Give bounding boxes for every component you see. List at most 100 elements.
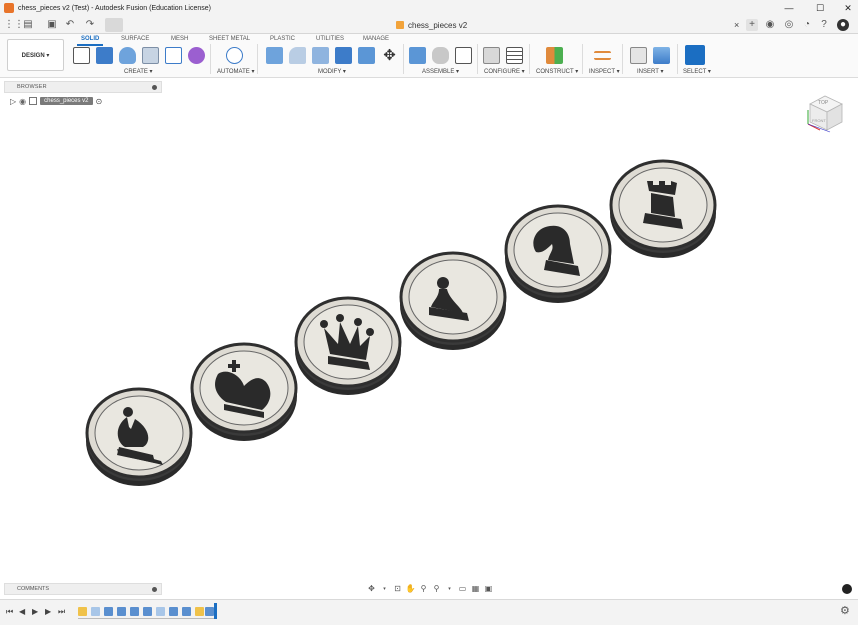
look-at-icon[interactable]: ⊡ [392,584,403,594]
home-button[interactable] [105,18,123,32]
timeline-play-icon[interactable]: ▶ [32,607,38,616]
configure-icon[interactable] [483,47,500,64]
grid-snaps-icon[interactable]: ▦ [470,584,481,594]
measure-icon[interactable] [594,51,611,60]
tab-manage[interactable]: MANAGE [363,36,389,42]
close-window-button[interactable]: ✕ [834,0,858,16]
new-component-icon[interactable] [409,47,426,64]
display-settings-icon[interactable]: ▭ [457,584,468,594]
extensions-icon[interactable]: ◉ [764,19,776,31]
timeline-feature[interactable] [205,607,214,616]
press-pull-icon[interactable] [266,47,283,64]
fit-zoom-icon[interactable]: ⚲ [431,584,442,594]
document-tab[interactable]: chess_pieces v2 × [396,18,739,32]
revolve-icon[interactable] [119,47,136,64]
viewcube[interactable]: TOP FRONT [804,92,846,134]
timeline-feature[interactable] [182,607,191,616]
scene-svg [84,159,718,488]
app-grid-icon[interactable]: ⋮⋮ [4,19,24,31]
insert-derive-icon[interactable] [630,47,647,64]
viewcube-front-label[interactable]: FRONT [812,118,826,123]
timeline-go-start-icon[interactable]: ⏮ [6,607,13,617]
document-cube-icon [396,21,404,29]
timeline-feature[interactable] [117,607,126,616]
window-title: chess_pieces v2 (Test) - Autodesk Fusion… [18,4,211,12]
select-icon[interactable] [685,45,705,65]
construct-menu[interactable]: CONSTRUCT ▾ [536,68,578,75]
assemble-menu[interactable]: ASSEMBLE ▾ [422,68,459,75]
tab-solid[interactable]: SOLID [81,36,99,42]
tab-sheet-metal[interactable]: SHEET METAL [209,36,250,42]
extrude-icon[interactable] [96,47,113,64]
workspace-switcher[interactable]: DESIGN ▾ [7,39,64,71]
viewcube-svg [807,95,843,133]
timeline-feature[interactable] [78,607,87,616]
timeline-feature[interactable] [195,607,204,616]
redo-icon[interactable]: ↷ [84,19,96,31]
fillet-icon[interactable] [289,47,306,64]
undo-icon[interactable]: ↶ [64,19,76,31]
orbit-dropdown-icon[interactable]: ▾ [379,584,390,594]
timeline-step-forward-icon[interactable]: ▶ [45,607,51,616]
knight-token [503,204,613,305]
inspect-menu[interactable]: INSPECT ▾ [589,68,620,75]
select-menu[interactable]: SELECT ▾ [683,68,711,75]
notifications-icon[interactable]: ◔ [801,19,813,31]
shell-icon[interactable] [335,47,352,64]
pan-hand-icon[interactable]: ✋ [405,584,416,594]
automate-icon[interactable] [226,47,243,64]
modify-menu[interactable]: MODIFY ▾ [318,68,346,75]
viewcube-top-label[interactable]: TOP [818,100,828,106]
viewports-icon[interactable]: ▣ [483,584,494,594]
timeline-feature[interactable] [91,607,100,616]
design-canvas[interactable] [0,78,858,581]
job-status-icon[interactable]: ◎ [783,19,795,31]
orbit-icon[interactable]: ✥ [366,584,377,594]
pattern-icon[interactable] [165,47,182,64]
minimize-button[interactable]: — [775,0,803,16]
maximize-button[interactable]: ☐ [806,0,834,16]
zoom-dropdown-icon[interactable]: ▾ [444,584,455,594]
timeline-feature[interactable] [169,607,178,616]
user-avatar-icon[interactable]: ● [837,19,849,31]
automate-menu[interactable]: AUTOMATE ▾ [217,68,254,75]
timeline-marker[interactable] [214,603,217,619]
timeline-feature[interactable] [156,607,165,616]
create-menu[interactable]: CREATE ▾ [124,68,153,75]
insert-canvas-icon[interactable] [653,47,670,64]
as-built-joint-icon[interactable] [455,47,472,64]
insert-menu[interactable]: INSERT ▾ [637,68,663,75]
tab-surface[interactable]: SURFACE [121,36,149,42]
hole-icon[interactable] [142,47,159,64]
zoom-icon[interactable]: ⚲ [418,584,429,594]
offset-plane-icon[interactable] [546,47,563,64]
joint-icon[interactable] [432,47,449,64]
save-icon[interactable]: ▣ [46,19,58,31]
close-tab-icon[interactable]: × [734,20,739,30]
move-icon[interactable]: ✥ [381,47,398,64]
timeline-step-back-icon[interactable]: ◀ [19,607,25,616]
timeline-feature[interactable] [130,607,139,616]
combine-icon[interactable] [358,47,375,64]
tab-plastic[interactable]: PLASTIC [270,36,295,42]
help-icon[interactable]: ? [818,19,830,31]
chat-bubble-icon[interactable] [842,584,852,594]
configuration-table-icon[interactable] [506,47,523,64]
timeline-feature[interactable] [104,607,113,616]
timeline-settings-gear-icon[interactable]: ⚙ [840,604,850,617]
comments-panel-header[interactable]: COMMENTS [4,583,162,595]
file-menu-icon[interactable]: ▤ [22,19,34,31]
navigation-bar: ✥ ▾ ⊡ ✋ ⚲ ⚲ ▾ ▭ ▦ ▣ [366,582,494,595]
chamfer-icon[interactable] [312,47,329,64]
create-sketch-icon[interactable] [73,47,90,64]
ribbon-separator [677,44,678,74]
configure-menu[interactable]: CONFIGURE ▾ [484,68,525,75]
comments-add-icon[interactable] [152,587,157,592]
form-icon[interactable] [188,47,205,64]
new-tab-icon[interactable]: + [746,19,758,31]
tab-mesh[interactable]: MESH [171,36,188,42]
tab-utilities[interactable]: UTILITIES [316,36,344,42]
timeline-feature[interactable] [143,607,152,616]
timeline-go-end-icon[interactable]: ⏭ [58,607,65,617]
timeline: ⏮ ◀ ▶ ▶ ⏭ [0,599,858,625]
